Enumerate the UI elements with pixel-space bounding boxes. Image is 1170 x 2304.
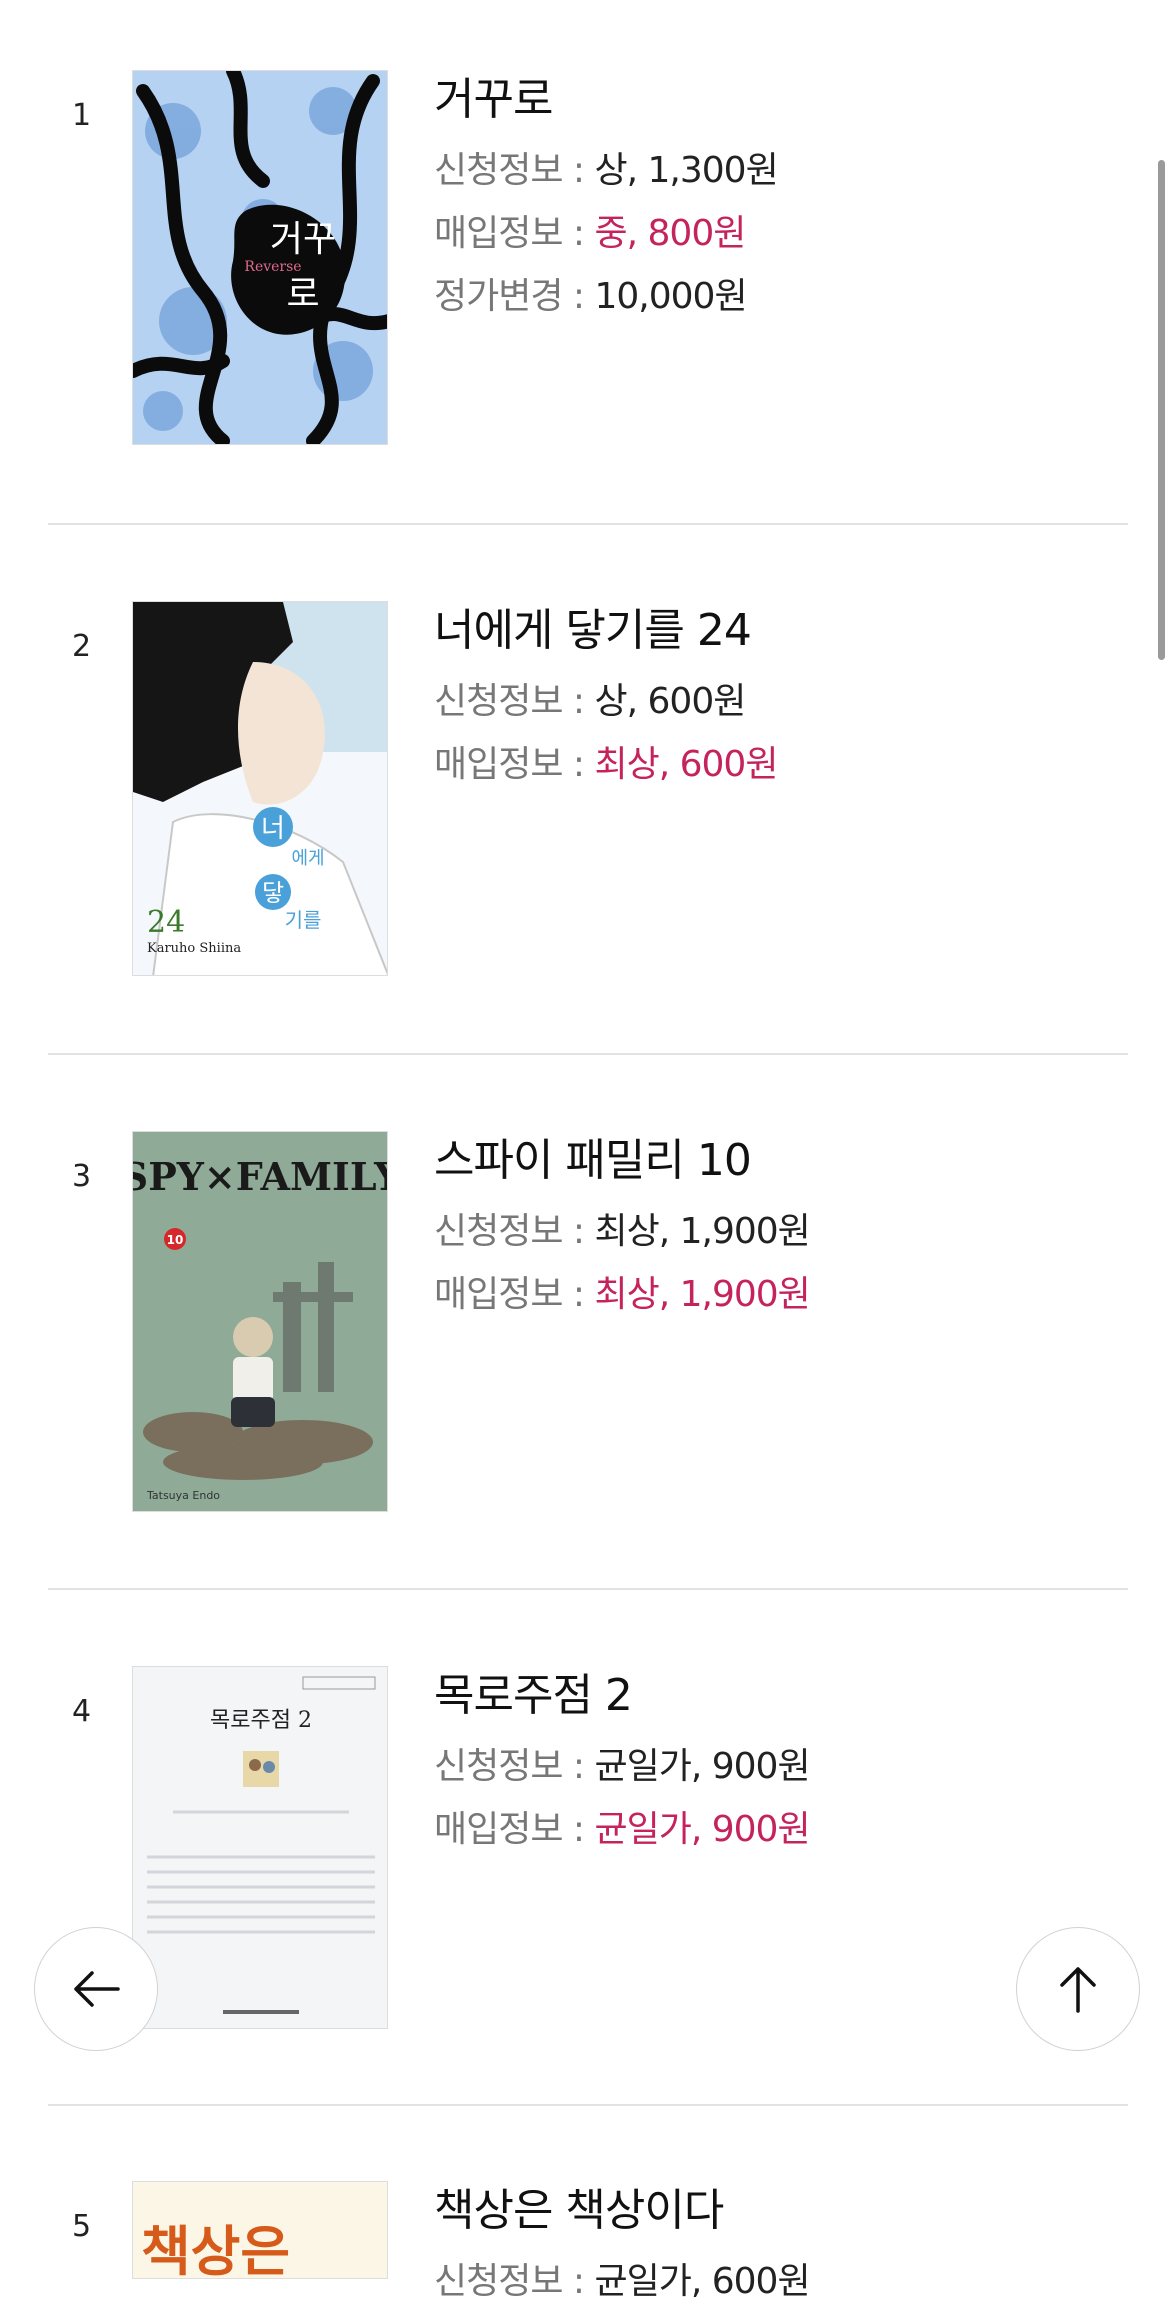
buy-info: 매입정보 : 중, 800원 xyxy=(434,212,1114,256)
book-info: 거꾸로 신청정보 : 상, 1,300원 매입정보 : 중, 800원 정가변경… xyxy=(434,70,1114,319)
apply-info: 신청정보 : 최상, 1,900원 xyxy=(434,1210,1114,1254)
book-cover[interactable]: 너 에게 닿 기를 24 Karuho Shiina xyxy=(132,601,388,976)
cover-art: 책상은 xyxy=(133,2182,387,2279)
rank-number: 2 xyxy=(72,629,92,664)
apply-label: 신청정보 : xyxy=(434,150,595,191)
buy-label: 매입정보 : xyxy=(434,213,595,254)
book-info: 목로주점 2 신청정보 : 균일가, 900원 매입정보 : 균일가, 900원 xyxy=(434,1666,1114,1852)
book-title[interactable]: 목로주점 2 xyxy=(434,1666,1114,1726)
apply-value: 상, 600원 xyxy=(594,681,747,722)
cover-art: 너 에게 닿 기를 24 Karuho Shiina xyxy=(133,602,387,975)
book-cover[interactable]: 목로주점 2 xyxy=(132,1666,388,2029)
book-title[interactable]: 너에게 닿기를 24 xyxy=(434,601,1114,661)
cover-art: 목로주점 2 xyxy=(133,1667,387,2028)
book-title[interactable]: 거꾸로 xyxy=(434,70,1114,130)
book-cover[interactable]: 책상은 xyxy=(132,2181,388,2279)
cover-title: 책상은 xyxy=(141,2220,290,2279)
rank-number: 5 xyxy=(72,2209,92,2244)
rank-number: 1 xyxy=(72,98,92,133)
apply-label: 신청정보 : xyxy=(434,681,595,722)
buy-label: 매입정보 : xyxy=(434,744,595,785)
apply-value: 상, 1,300원 xyxy=(594,150,779,191)
cover-author: Tatsuya Endo xyxy=(146,1489,220,1502)
buy-label: 매입정보 : xyxy=(434,1809,595,1850)
book-info: 책상은 책상이다 신청정보 : 균일가, 600원 xyxy=(434,2181,1114,2304)
book-cover[interactable]: 거꾸 로 Reverse xyxy=(132,70,388,445)
apply-label: 신청정보 : xyxy=(434,1746,595,1787)
divider xyxy=(48,2104,1128,2106)
apply-value: 최상, 1,900원 xyxy=(594,1211,811,1252)
cover-title-char: 에게 xyxy=(291,848,324,869)
divider xyxy=(48,1588,1128,1590)
price-change-label: 정가변경 : xyxy=(434,276,595,317)
buy-value: 최상, 600원 xyxy=(594,744,779,785)
buy-value: 균일가, 900원 xyxy=(594,1809,811,1850)
buy-info: 매입정보 : 최상, 600원 xyxy=(434,743,1114,787)
apply-value: 균일가, 900원 xyxy=(594,1746,811,1787)
divider xyxy=(48,523,1128,525)
buy-label: 매입정보 : xyxy=(434,1274,595,1315)
arrow-left-icon xyxy=(74,1971,120,2007)
apply-info: 신청정보 : 상, 600원 xyxy=(434,680,1114,724)
book-info: 스파이 패밀리 10 신청정보 : 최상, 1,900원 매입정보 : 최상, … xyxy=(434,1131,1114,1317)
cover-title-char: 기를 xyxy=(285,908,322,932)
book-title[interactable]: 책상은 책상이다 xyxy=(434,2181,1114,2241)
buy-value: 최상, 1,900원 xyxy=(594,1274,811,1315)
cover-title-2: 로 xyxy=(286,274,319,315)
apply-value: 균일가, 600원 xyxy=(594,2261,811,2302)
cover-author: Karuho Shiina xyxy=(147,941,241,956)
book-title[interactable]: 스파이 패밀리 10 xyxy=(434,1131,1114,1191)
cover-volume: 10 xyxy=(167,1233,184,1247)
scroll-to-top-button[interactable] xyxy=(1016,1927,1140,2051)
cover-logo: SPY×FAMILY xyxy=(133,1154,388,1199)
cover-subtitle: Reverse xyxy=(244,259,301,275)
apply-info: 신청정보 : 균일가, 900원 xyxy=(434,1745,1114,1789)
scrollbar-thumb[interactable] xyxy=(1158,160,1165,660)
buy-info: 매입정보 : 최상, 1,900원 xyxy=(434,1273,1114,1317)
rank-number: 3 xyxy=(72,1159,92,1194)
cover-title-1: 거꾸 xyxy=(270,219,336,260)
arrow-up-icon xyxy=(1060,1967,1096,2013)
buy-value: 중, 800원 xyxy=(594,213,747,254)
book-info: 너에게 닿기를 24 신청정보 : 상, 600원 매입정보 : 최상, 600… xyxy=(434,601,1114,787)
book-cover[interactable]: SPY×FAMILY 10 Tatsuya Endo xyxy=(132,1131,388,1512)
back-button[interactable] xyxy=(34,1927,158,2051)
rank-number: 4 xyxy=(72,1694,92,1729)
price-change-value: 10,000원 xyxy=(594,276,748,317)
apply-info: 신청정보 : 균일가, 600원 xyxy=(434,2260,1114,2304)
cover-art: SPY×FAMILY 10 Tatsuya Endo xyxy=(133,1132,388,1511)
apply-info: 신청정보 : 상, 1,300원 xyxy=(434,149,1114,193)
price-change-info: 정가변경 : 10,000원 xyxy=(434,275,1114,319)
divider xyxy=(48,1053,1128,1055)
cover-title-char: 너 xyxy=(261,814,285,844)
apply-label: 신청정보 : xyxy=(434,2261,595,2302)
cover-title: 목로주점 2 xyxy=(210,1708,312,1733)
buy-info: 매입정보 : 균일가, 900원 xyxy=(434,1808,1114,1852)
apply-label: 신청정보 : xyxy=(434,1211,595,1252)
cover-art: 거꾸 로 Reverse xyxy=(133,71,387,444)
cover-volume: 24 xyxy=(147,905,185,940)
cover-title-char: 닿 xyxy=(262,879,284,907)
